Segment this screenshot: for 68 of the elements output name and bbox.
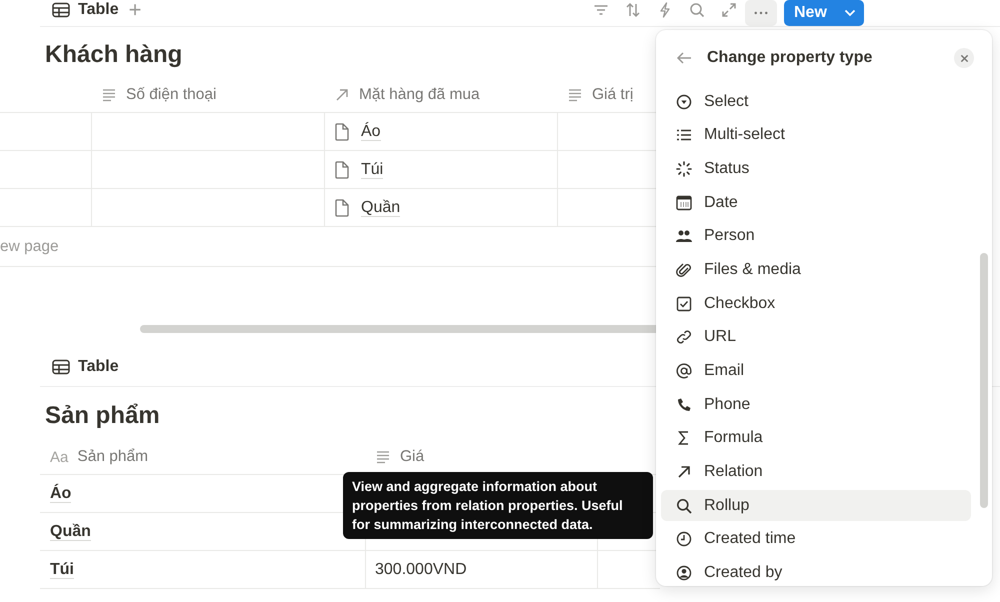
tooltip: View and aggregate information about properties from relation properties. Useful for summarizing interconnected data.	[343, 472, 653, 539]
close-button[interactable]	[954, 48, 974, 68]
arrow-icon	[676, 464, 692, 480]
back-arrow-icon[interactable]	[676, 50, 692, 66]
expand-icon[interactable]	[721, 2, 737, 18]
database-title: Khách hàng	[45, 40, 182, 70]
clock-icon	[676, 531, 692, 548]
close-icon	[960, 54, 968, 62]
search-icon	[676, 498, 692, 514]
linked-page[interactable]: Áo	[325, 113, 558, 150]
chevron-down-icon	[844, 9, 856, 17]
menu-item[interactable]: Files & media	[661, 254, 971, 286]
title-type-icon: Aa	[50, 448, 68, 466]
row-title[interactable]: Áo	[50, 484, 72, 502]
linked-page[interactable]: Quần	[325, 189, 558, 226]
more-icon	[754, 11, 768, 15]
more-button[interactable]	[745, 0, 777, 26]
page-icon	[335, 122, 349, 140]
linked-page[interactable]: Túi	[325, 151, 558, 188]
status-icon	[676, 160, 692, 177]
menu-item[interactable]: Relation	[661, 456, 971, 488]
menu-item[interactable]: Created by	[661, 558, 971, 589]
menu-item[interactable]: Multi-select	[661, 120, 971, 151]
people-icon	[676, 228, 692, 244]
link-icon	[676, 329, 692, 346]
column-header[interactable]: Giá	[366, 440, 598, 474]
table-cell: 300.000VND	[375, 560, 467, 578]
menu-item[interactable]: Person	[661, 220, 971, 252]
table-icon	[52, 2, 70, 18]
column-header[interactable]: Giá trị	[557, 78, 634, 112]
menu-item[interactable]: Date	[661, 187, 971, 218]
paperclip-icon	[676, 262, 692, 278]
column-header[interactable]: Số điện thoại	[91, 78, 324, 112]
menu-item[interactable]: Created time	[661, 524, 971, 555]
phone-icon	[676, 396, 692, 413]
sort-icon[interactable]	[625, 2, 641, 18]
arrow-icon	[334, 87, 350, 103]
menu-item[interactable]: Checkbox	[661, 288, 971, 320]
page-icon	[335, 198, 349, 216]
text-lines-icon	[375, 449, 391, 465]
view-tab[interactable]: Table	[40, 1, 119, 19]
checkbox-icon	[676, 296, 692, 312]
list-icon	[676, 127, 692, 144]
dropdown-circle-icon	[676, 94, 692, 110]
menu-item[interactable]: Email	[661, 356, 971, 386]
user-circle-icon	[676, 565, 692, 582]
menu-item[interactable]: Phone	[661, 389, 971, 420]
vertical-scrollbar[interactable]	[980, 253, 988, 508]
menu-item[interactable]: Select	[661, 86, 971, 117]
view-tab[interactable]: Table	[40, 358, 119, 376]
menu-item[interactable]: Formula	[661, 422, 971, 454]
at-sign-icon	[676, 363, 692, 379]
menu-title: Change property type	[707, 49, 874, 67]
column-header[interactable]: Aa Sản phẩm	[40, 440, 366, 474]
text-lines-icon	[101, 87, 117, 103]
column-header[interactable]: Mặt hàng đã mua	[324, 78, 557, 112]
search-icon[interactable]	[689, 2, 705, 18]
database-title: Sản phẩm	[45, 401, 160, 431]
calendar-icon	[676, 194, 692, 211]
menu-item[interactable]: URL	[661, 322, 971, 353]
menu-item[interactable]: Status	[661, 153, 971, 184]
text-lines-icon	[567, 87, 583, 103]
menu-item[interactable]: Rollup	[661, 490, 971, 522]
table-icon	[52, 358, 70, 374]
row-title[interactable]: Quần	[50, 522, 91, 540]
page-icon	[335, 160, 349, 178]
row-title[interactable]: Túi	[50, 560, 74, 578]
new-button[interactable]: New	[784, 0, 864, 26]
